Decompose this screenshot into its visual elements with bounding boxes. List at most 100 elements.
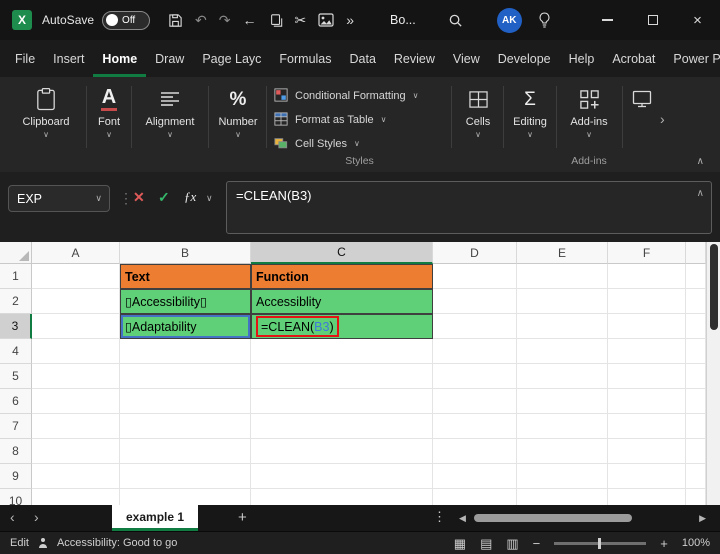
redo-icon[interactable]: ↷ — [219, 13, 231, 27]
row-header-6[interactable]: 6 — [0, 389, 32, 414]
cell-d10[interactable] — [433, 489, 517, 505]
cell-e5[interactable] — [517, 364, 608, 389]
undo-icon[interactable]: ↶ — [195, 13, 207, 27]
cell-f6[interactable] — [608, 389, 686, 414]
cell-b9[interactable] — [120, 464, 251, 489]
cell-a7[interactable] — [32, 414, 120, 439]
minimize-button[interactable] — [585, 0, 630, 40]
save-icon[interactable] — [168, 13, 183, 28]
cell-e7[interactable] — [517, 414, 608, 439]
autosave-toggle[interactable]: Off — [102, 10, 151, 30]
cell-e10[interactable] — [517, 489, 608, 505]
toolbar-overflow-icon[interactable]: » — [346, 13, 354, 27]
cell-b5[interactable] — [120, 364, 251, 389]
copy-icon[interactable] — [269, 13, 283, 28]
format-as-table-button[interactable]: Format as Table ∨ — [268, 108, 451, 132]
cell-e8[interactable] — [517, 439, 608, 464]
cell-d9[interactable] — [433, 464, 517, 489]
insert-function-icon[interactable]: ƒx — [184, 189, 196, 205]
cell-e4[interactable] — [517, 339, 608, 364]
accessibility-icon[interactable] — [37, 537, 49, 549]
tab-power-piv[interactable]: Power Piv — [664, 40, 720, 77]
cell-c3[interactable]: =CLEAN(B3) — [251, 314, 433, 339]
cell-b2[interactable]: ▯Accessibility▯ — [120, 289, 251, 314]
cell-c7[interactable] — [251, 414, 433, 439]
column-header-c[interactable]: C — [251, 242, 433, 264]
row-header-5[interactable]: 5 — [0, 364, 32, 389]
tab-data[interactable]: Data — [341, 40, 385, 77]
cell-a4[interactable] — [32, 339, 120, 364]
name-box[interactable]: EXP ∨ — [8, 185, 110, 212]
horizontal-scrollbar-thumb[interactable] — [474, 514, 632, 522]
cell-e6[interactable] — [517, 389, 608, 414]
tab-acrobat[interactable]: Acrobat — [603, 40, 664, 77]
scroll-left-icon[interactable]: ◀ — [459, 513, 466, 524]
tab-insert[interactable]: Insert — [44, 40, 93, 77]
row-header-4[interactable]: 4 — [0, 339, 32, 364]
cell-e9[interactable] — [517, 464, 608, 489]
cell-f5[interactable] — [608, 364, 686, 389]
cell-d4[interactable] — [433, 339, 517, 364]
cell-e3[interactable] — [517, 314, 608, 339]
cell-f9[interactable] — [608, 464, 686, 489]
avatar[interactable]: AK — [496, 7, 522, 33]
cell-c8[interactable] — [251, 439, 433, 464]
cell-f1[interactable] — [608, 264, 686, 289]
row-header-10[interactable]: 10 — [0, 489, 32, 505]
cell-c4[interactable] — [251, 339, 433, 364]
row-header-1[interactable]: 1 — [0, 264, 32, 289]
zoom-out-icon[interactable]: − — [533, 536, 541, 551]
row-header-7[interactable]: 7 — [0, 414, 32, 439]
cell-c9[interactable] — [251, 464, 433, 489]
cell-f7[interactable] — [608, 414, 686, 439]
tab-file[interactable]: File — [6, 40, 44, 77]
excel-logo-icon[interactable]: X — [12, 10, 32, 30]
cell-d2[interactable] — [433, 289, 517, 314]
tab-review[interactable]: Review — [385, 40, 444, 77]
cell-f8[interactable] — [608, 439, 686, 464]
cell-d3[interactable] — [433, 314, 517, 339]
zoom-in-icon[interactable]: + — [660, 536, 668, 551]
back-arrow-icon[interactable]: ← — [243, 13, 257, 27]
previous-sheet-icon[interactable]: ‹ — [10, 509, 15, 525]
cell-a6[interactable] — [32, 389, 120, 414]
screenshot-tool-button[interactable] — [626, 85, 658, 149]
cell-d8[interactable] — [433, 439, 517, 464]
normal-view-icon[interactable]: ▦ — [454, 537, 466, 550]
formula-input[interactable]: =CLEAN(B3) ∧ — [226, 181, 712, 234]
tab-draw[interactable]: Draw — [146, 40, 193, 77]
select-all-corner[interactable] — [0, 242, 32, 264]
chevron-down-icon[interactable]: ∨ — [206, 193, 213, 204]
cells-group-button[interactable]: Cells ∨ — [455, 85, 501, 149]
tab-home[interactable]: Home — [93, 40, 146, 77]
cell-b1[interactable]: Text — [120, 264, 251, 289]
tab-formulas[interactable]: Formulas — [270, 40, 340, 77]
row-header-2[interactable]: 2 — [0, 289, 32, 314]
page-layout-view-icon[interactable]: ▤ — [480, 537, 492, 550]
confirm-entry-icon[interactable]: ✓ — [158, 189, 170, 206]
close-button[interactable]: × — [675, 0, 720, 40]
tab-develope[interactable]: Develope — [489, 40, 560, 77]
cell-a3[interactable] — [32, 314, 120, 339]
cell-c1[interactable]: Function — [251, 264, 433, 289]
accessibility-status[interactable]: Accessibility: Good to go — [57, 537, 177, 549]
cell-b3[interactable]: ▯Adaptability — [120, 314, 251, 339]
cut-icon[interactable]: ✂ — [295, 13, 307, 27]
cell-c2[interactable]: Accessiblity — [251, 289, 433, 314]
cell-a1[interactable] — [32, 264, 120, 289]
search-icon[interactable] — [448, 13, 463, 28]
add-ins-group-button[interactable]: Add-ins ∨ — [559, 85, 619, 149]
sheet-tab-example-1[interactable]: example 1 — [112, 505, 199, 531]
column-header-d[interactable]: D — [433, 242, 517, 264]
cell-c10[interactable] — [251, 489, 433, 505]
column-header-b[interactable]: B — [120, 242, 251, 264]
column-header-e[interactable]: E — [517, 242, 608, 264]
cell-b7[interactable] — [120, 414, 251, 439]
cell-b10[interactable] — [120, 489, 251, 505]
row-header-3[interactable]: 3 — [0, 314, 32, 339]
cell-b8[interactable] — [120, 439, 251, 464]
conditional-formatting-button[interactable]: Conditional Formatting ∨ — [268, 84, 451, 108]
cell-c6[interactable] — [251, 389, 433, 414]
cell-b4[interactable] — [120, 339, 251, 364]
column-header-a[interactable]: A — [32, 242, 120, 264]
